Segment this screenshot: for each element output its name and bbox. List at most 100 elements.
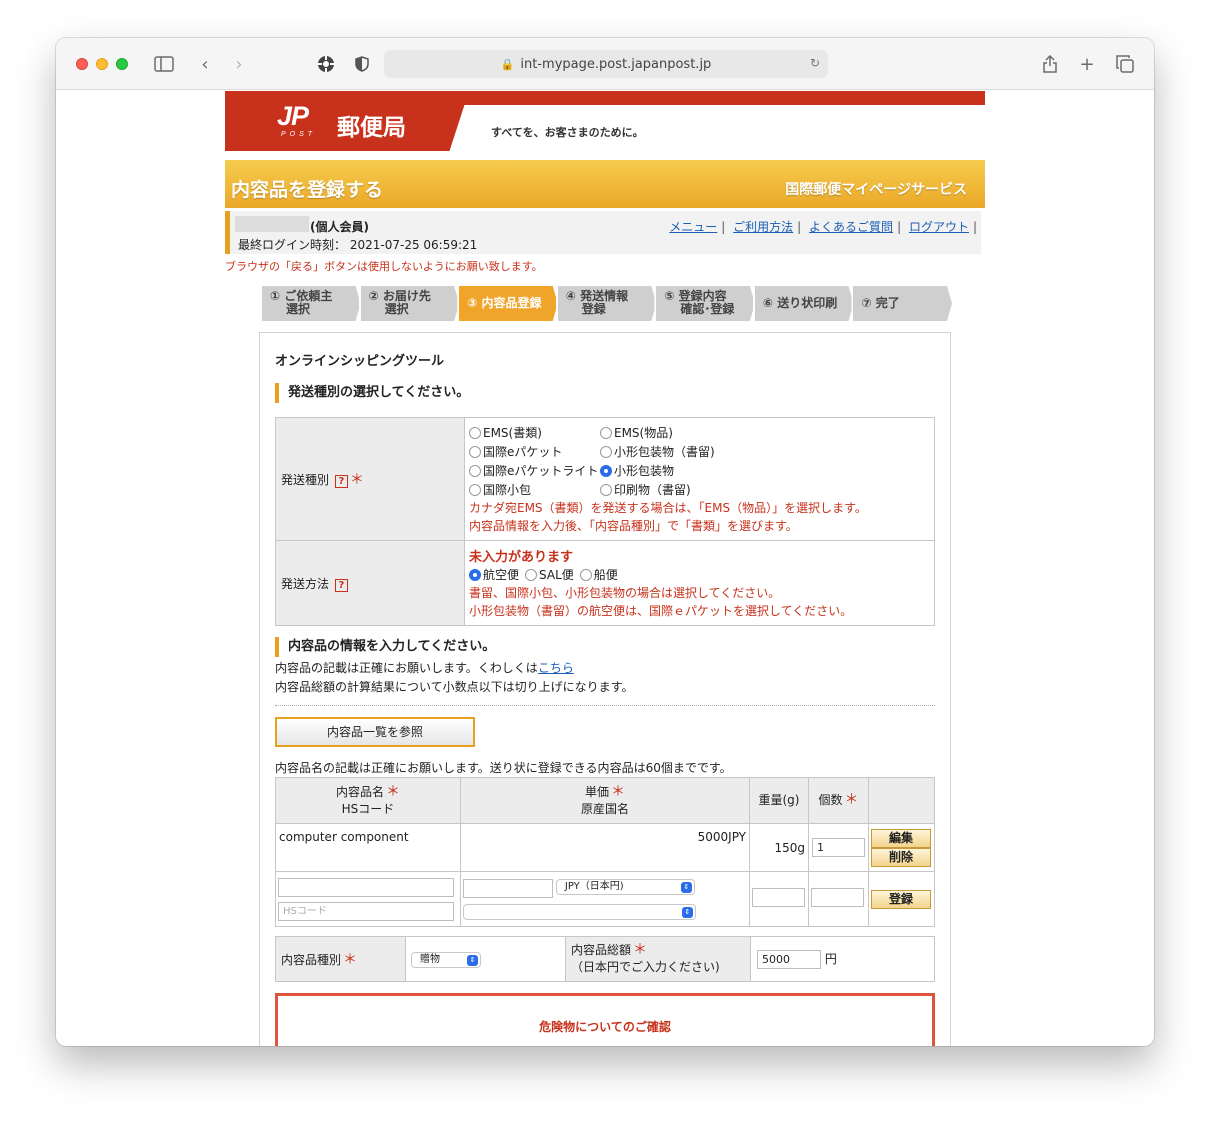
- radio-ems-goods[interactable]: EMS(物品): [600, 424, 673, 441]
- close-window-button[interactable]: [76, 58, 88, 70]
- usage-guide-link[interactable]: ご利用方法: [733, 220, 793, 234]
- origin-country-select[interactable]: ⇕: [462, 903, 696, 920]
- dangerous-goods-box: 危険物についてのご確認: [275, 993, 935, 1046]
- option-label: EMS(書類): [483, 426, 542, 440]
- radio-selected-icon[interactable]: [469, 568, 481, 581]
- header-name-hs: 内容品名＊ HSコード: [275, 777, 461, 824]
- shipping-method-note-2: 小形包装物（書留）の航空便は、国際ｅパケットを選択してください。: [469, 604, 853, 618]
- details-link[interactable]: こちら: [538, 661, 574, 675]
- zoom-window-button[interactable]: [116, 58, 128, 70]
- jp-logo-text: JP: [277, 101, 309, 131]
- step-1-line2: 選択: [286, 302, 311, 316]
- radio-e-packet[interactable]: 国際eパケット: [469, 443, 600, 460]
- total-label: 内容品総額: [571, 943, 632, 957]
- radio-icon[interactable]: [469, 464, 481, 477]
- forward-icon[interactable]: ›: [227, 52, 251, 76]
- reload-icon[interactable]: ↻: [810, 56, 820, 70]
- new-item-hs-input[interactable]: HSコード: [278, 901, 454, 921]
- menu-link[interactable]: メニュー: [669, 220, 717, 234]
- sidebar-icon[interactable]: [152, 52, 176, 76]
- browser-window: ‹ › 🔒 int-mypage.post.japanpost.jp ↻ + J…: [56, 38, 1154, 1046]
- radio-ems-documents[interactable]: EMS(書類): [469, 424, 600, 441]
- delete-item-button[interactable]: 削除: [870, 847, 931, 867]
- radio-icon[interactable]: [469, 426, 481, 439]
- step-7: ⑦ 完了: [851, 286, 953, 321]
- radio-printed-matter-registered[interactable]: 印刷物（書留): [600, 481, 691, 498]
- step-3-line1: ③ 内容品登録: [467, 296, 542, 310]
- shipping-method-label-cell: 発送方法 ?: [275, 540, 465, 626]
- radio-icon[interactable]: [469, 483, 481, 496]
- address-bar[interactable]: 🔒 int-mypage.post.japanpost.jp ↻: [384, 50, 828, 78]
- method-label: SAL便: [539, 568, 574, 582]
- shipping-type-options: EMS(書類) EMS(物品) 国際eパケット 小形包装物（書留) 国際eパケットラ…: [464, 417, 935, 541]
- radio-icon[interactable]: [600, 483, 612, 496]
- chevron-updown-icon: ⇕: [681, 906, 693, 918]
- radio-surface[interactable]: 船便: [579, 566, 618, 583]
- contents-table: 内容品名＊ HSコード 単価＊原産国名 重量(g) 個数＊ computer co…: [275, 777, 936, 927]
- extension-icon[interactable]: [314, 52, 338, 76]
- total-amount-input[interactable]: 5000: [757, 949, 821, 969]
- share-icon[interactable]: [1038, 52, 1062, 76]
- contents-note-1: 内容品の記載は正確にお願いします。くわしくはこちら: [275, 659, 574, 678]
- category-select[interactable]: 贈物 ⇕: [411, 951, 481, 968]
- new-item-price-input[interactable]: [462, 878, 553, 898]
- contents-note-text: 内容品の記載は正確にお願いします。くわしくは: [275, 661, 538, 675]
- header-qty-label: 個数: [818, 793, 843, 807]
- shipping-type-help-icon[interactable]: ?: [334, 475, 348, 488]
- tabs-overview-icon[interactable]: [1113, 52, 1137, 76]
- contents-section-heading: 内容品の情報を入力してください。: [275, 637, 495, 657]
- last-login: 最終ログイン時刻： 2021-07-25 06:59:21: [238, 236, 477, 253]
- contents-summary-table: 内容品種別＊ 贈物 ⇕ 内容品総額＊（日本円でご入力ください) 5000 円: [275, 936, 935, 982]
- web-content: JP POST 郵便局 すべてを、お客さまのために。 内容品を登録する 国際郵便…: [56, 91, 1154, 1046]
- header-weight: 重量(g): [749, 777, 809, 824]
- currency-value: JPY（日本円): [564, 880, 624, 892]
- total-sublabel: （日本円でご入力ください): [571, 960, 720, 974]
- radio-icon[interactable]: [469, 445, 481, 458]
- radio-e-packet-light[interactable]: 国際eパケットライト: [469, 462, 600, 479]
- radio-icon[interactable]: [600, 426, 612, 439]
- shipping-method-help-icon[interactable]: ?: [334, 578, 348, 592]
- radio-icon[interactable]: [600, 445, 612, 458]
- edit-item-button[interactable]: 編集: [870, 828, 931, 848]
- logout-link[interactable]: ログアウト: [909, 220, 969, 234]
- lock-icon: 🔒: [500, 57, 515, 71]
- privacy-shield-icon[interactable]: [350, 52, 374, 76]
- step-4-line2: 登録: [581, 302, 606, 316]
- page-banner: 内容品を登録する 国際郵便マイページサービス: [225, 160, 985, 208]
- item-qty-input[interactable]: 1: [811, 838, 865, 857]
- site-header: JP POST 郵便局 すべてを、お客さまのために。: [225, 91, 985, 151]
- last-login-value: 2021-07-25 06:59:21: [349, 238, 478, 252]
- radio-selected-icon[interactable]: [600, 464, 612, 477]
- new-item-weight-input[interactable]: [752, 888, 806, 907]
- radio-icon[interactable]: [525, 568, 538, 581]
- new-item-qty-input[interactable]: [810, 888, 864, 907]
- radio-parcel[interactable]: 国際小包: [469, 481, 600, 498]
- new-item-row: HSコード JPY（日本円) ⇕ ⇕ 登録: [275, 871, 936, 927]
- shipping-type-label: 発送種別: [281, 473, 330, 487]
- required-mark: ＊: [385, 783, 400, 800]
- new-item-name-input[interactable]: [278, 877, 454, 897]
- currency-select[interactable]: JPY（日本円) ⇕: [555, 878, 695, 895]
- step-4-line1: ④ 発送情報: [565, 289, 629, 303]
- radio-small-packet[interactable]: 小形包装物: [600, 462, 674, 479]
- new-tab-icon[interactable]: +: [1075, 52, 1099, 76]
- progress-steps: ① ご依頼主 選択 ② お届け先 選択 ③ 内容品登録 ④ 発送情報 登録 ⑤ 登録内…: [260, 286, 953, 321]
- member-links: メニュー | ご利用方法 | よくあるご質問 | ログアウト |: [669, 220, 977, 234]
- required-mark: ＊: [343, 952, 358, 968]
- minimize-window-button[interactable]: [96, 58, 108, 70]
- last-login-label: 最終ログイン時刻：: [238, 238, 347, 252]
- back-icon[interactable]: ‹: [193, 52, 217, 76]
- radio-small-packet-registered[interactable]: 小形包装物（書留): [600, 443, 715, 460]
- radio-sal[interactable]: SAL便: [525, 566, 574, 583]
- radio-icon[interactable]: [579, 568, 592, 581]
- dangerous-goods-title: 危険物についてのご確認: [539, 1020, 671, 1034]
- radio-airmail[interactable]: 航空便: [469, 566, 519, 583]
- register-item-button[interactable]: 登録: [870, 889, 931, 909]
- required-mark: ＊: [610, 783, 625, 800]
- japanpost-logo[interactable]: JP POST 郵便局: [225, 91, 469, 151]
- browse-contents-button[interactable]: 内容品一覧を参照: [275, 717, 475, 747]
- faq-link[interactable]: よくあるご質問: [809, 220, 893, 234]
- shipping-method-label: 発送方法: [281, 576, 330, 591]
- input-missing-error: 未入力があります: [469, 550, 574, 565]
- option-label: 印刷物（書留): [614, 483, 691, 497]
